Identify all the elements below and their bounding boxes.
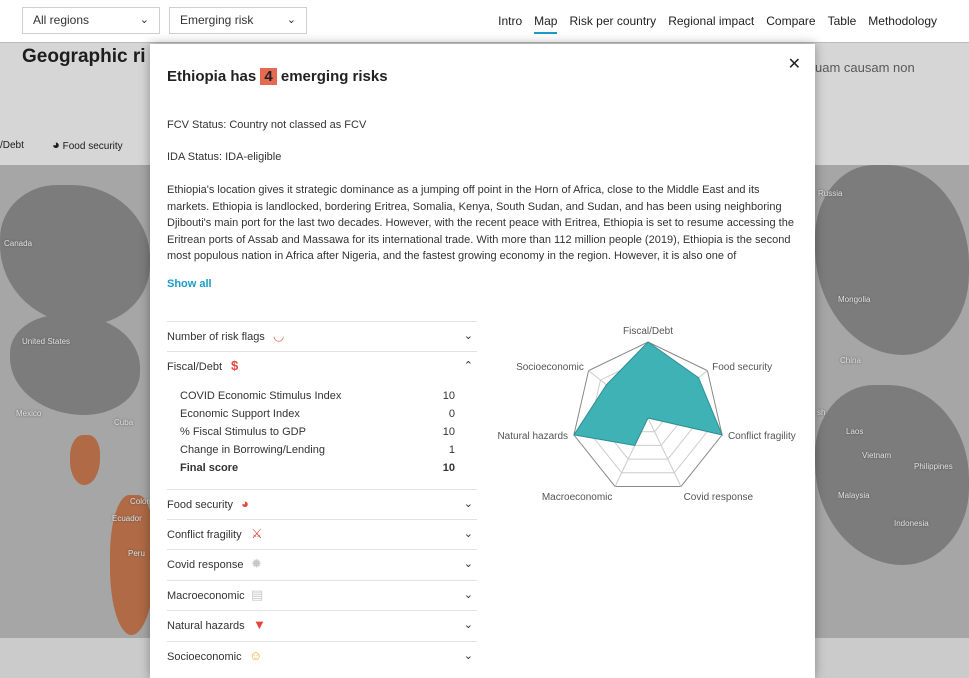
nav-table[interactable]: Table xyxy=(828,14,857,34)
bar-chart-icon: ▤ xyxy=(251,587,264,602)
money-icon: $ xyxy=(231,358,239,373)
accordion-food-security[interactable]: Food security ◕ ⌄ xyxy=(167,489,477,520)
accordion-risk-flags[interactable]: Number of risk flags ◡ ⌄ xyxy=(167,321,477,352)
accordion-socioeconomic[interactable]: Socioeconomic ☺ ⌄ xyxy=(167,641,477,672)
chevron-down-icon: ⌄ xyxy=(463,558,473,570)
radar-axis-label: Food security xyxy=(712,362,772,373)
nav-map[interactable]: Map xyxy=(534,14,558,34)
accordion-label: Number of risk flags xyxy=(167,331,265,343)
fiscal-final-score: Final score 10 xyxy=(180,462,455,474)
modal-title-prefix: Ethiopia has xyxy=(167,68,257,85)
fiscal-row: Change in Borrowing/Lending 1 xyxy=(180,444,455,456)
radar-axis-label: Conflict fragility xyxy=(728,431,796,442)
accordion-conflict-fragility[interactable]: Conflict fragility ⚔ ⌄ xyxy=(167,519,477,550)
ida-status: IDA Status: IDA-eligible xyxy=(167,151,282,163)
nav-intro[interactable]: Intro xyxy=(498,14,522,34)
fiscal-row: Economic Support Index 0 xyxy=(180,408,455,420)
top-bar: All regions ⌄ Emerging risk ⌄ Intro Map … xyxy=(0,0,969,43)
radar-axis-label: Macroeconomic xyxy=(542,492,613,503)
region-select-value: All regions xyxy=(33,13,90,27)
fiscal-row-label: Economic Support Index xyxy=(180,408,300,420)
risk-select-value: Emerging risk xyxy=(180,13,254,27)
fiscal-row-value: 0 xyxy=(448,408,455,420)
accordion-label: Conflict fragility xyxy=(167,529,242,541)
country-modal: ✕ Ethiopia has 4 emerging risks FCV Stat… xyxy=(150,44,815,678)
accordion-natural-hazards[interactable]: Natural hazards ▼ ⌄ xyxy=(167,610,477,641)
accordion-label: Covid response xyxy=(167,559,244,571)
accordion-covid-response[interactable]: Covid response ✹ ⌄ xyxy=(167,549,477,580)
radar-axis-label: Covid response xyxy=(684,492,754,503)
fiscal-row-label: Final score xyxy=(180,462,239,474)
fcv-status: FCV Status: Country not classed as FCV xyxy=(167,119,367,131)
radar-spoke xyxy=(647,417,682,487)
virus-icon: ✹ xyxy=(251,556,262,571)
chevron-down-icon: ⌄ xyxy=(286,14,296,26)
fiscal-row-value: 10 xyxy=(442,390,455,402)
fiscal-row-label: % Fiscal Stimulus to GDP xyxy=(180,426,306,438)
radar-axis-label: Fiscal/Debt xyxy=(623,326,673,337)
accordion-label: Socioeconomic xyxy=(167,651,242,663)
radar-axis-label: Socioeconomic xyxy=(516,362,584,373)
nav-regional-impact[interactable]: Regional impact xyxy=(668,14,754,34)
people-icon: ☺ xyxy=(249,648,263,663)
bowl-icon: ◕ xyxy=(241,496,249,511)
fiscal-row: COVID Economic Stimulus Index 10 xyxy=(180,390,455,402)
risk-count-badge: 4 xyxy=(260,68,277,85)
chevron-down-icon: ⌄ xyxy=(463,589,473,601)
chevron-down-icon: ⌄ xyxy=(463,650,473,662)
radar-data-area xyxy=(573,341,723,446)
country-description: Ethiopia's location gives it strategic d… xyxy=(167,184,794,262)
chevron-down-icon: ⌄ xyxy=(463,528,473,540)
nav-methodology[interactable]: Methodology xyxy=(868,14,937,34)
tornado-icon: ▼ xyxy=(253,617,266,632)
risk-meter-icon: ◡ xyxy=(273,328,285,343)
conflict-icon: ⚔ xyxy=(251,526,263,541)
risk-radar-chart: Fiscal/Debt Food security Conflict fragili… xyxy=(497,326,796,503)
fiscal-row-label: COVID Economic Stimulus Index xyxy=(180,390,342,402)
fiscal-row-value: 1 xyxy=(448,444,455,456)
chevron-down-icon: ⌄ xyxy=(463,330,473,342)
fiscal-row-label: Change in Borrowing/Lending xyxy=(180,444,325,456)
modal-title: Ethiopia has 4 emerging risks xyxy=(167,68,388,85)
accordion-label: Natural hazards xyxy=(167,620,245,632)
chevron-up-icon: ⌃ xyxy=(463,360,473,372)
accordion-label: Fiscal/Debt xyxy=(167,361,223,373)
fiscal-row-value: 10 xyxy=(442,426,455,438)
accordion-label: Macroeconomic xyxy=(167,590,245,602)
close-icon[interactable]: ✕ xyxy=(788,54,801,74)
main-nav: Intro Map Risk per country Regional impa… xyxy=(498,14,937,34)
chevron-down-icon: ⌄ xyxy=(463,619,473,631)
accordion-macroeconomic[interactable]: Macroeconomic ▤ ⌄ xyxy=(167,580,477,611)
show-all-link[interactable]: Show all xyxy=(167,278,212,290)
fiscal-row: % Fiscal Stimulus to GDP 10 xyxy=(180,426,455,438)
region-select[interactable]: All regions ⌄ xyxy=(22,7,160,34)
nav-risk-per-country[interactable]: Risk per country xyxy=(569,14,656,34)
modal-title-suffix: emerging risks xyxy=(280,68,388,85)
fiscal-row-value: 10 xyxy=(442,462,455,474)
radar-axis-label: Natural hazards xyxy=(497,431,568,442)
chevron-down-icon: ⌄ xyxy=(139,14,149,26)
risk-select[interactable]: Emerging risk ⌄ xyxy=(169,7,307,34)
nav-compare[interactable]: Compare xyxy=(766,14,815,34)
accordion-label: Food security xyxy=(167,499,234,511)
chevron-down-icon: ⌄ xyxy=(463,498,473,510)
